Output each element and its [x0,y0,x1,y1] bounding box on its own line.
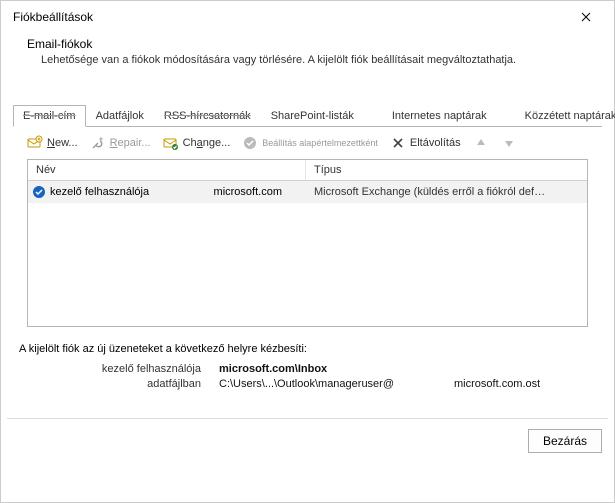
delivery-datafile-label: adatfájlban [19,378,219,390]
remove-label: Eltávolítás [410,137,461,149]
close-button[interactable] [566,3,606,31]
col-header-type[interactable]: Típus [306,160,587,180]
arrow-up-icon [473,135,489,151]
delivery-folder: microsoft.com\Inbox [219,363,596,375]
change-button[interactable]: Change... [159,133,235,153]
tab-email[interactable]: E-mail-cím [13,105,86,127]
account-domain: microsoft.com [214,186,282,198]
move-down-button[interactable] [497,133,521,153]
remove-icon [390,135,406,151]
remove-button[interactable]: Eltávolítás [386,133,465,153]
accounts-grid: Név Típus kezelő felhasználója microsoft… [27,159,588,327]
new-icon [27,135,43,151]
header-title: Email-fiókok [27,37,594,51]
col-header-name[interactable]: Név [28,160,306,180]
move-up-button[interactable] [469,133,493,153]
arrow-down-icon [501,135,517,151]
tab-published-calendars[interactable]: Közzétett naptárak [515,105,615,127]
tab-datafiles[interactable]: Adatfájlok [86,105,154,127]
close-icon [581,12,591,22]
repair-icon [90,135,106,151]
new-button[interactable]: New... [23,133,82,153]
grid-header: Név Típus [28,160,587,181]
header-block: Email-fiókok Lehetősége van a fiókok mód… [1,33,614,76]
footer: Bezárás [1,419,614,463]
toolbar: New... Repair... Change... Beállítás ala… [13,127,602,159]
delivery-user-label: kezelő felhasználója [19,363,219,375]
set-default-button[interactable]: Beállítás alapértelmezettként [238,133,382,153]
tab-internet-calendars[interactable]: Internetes naptárak [382,105,497,127]
account-row[interactable]: kezelő felhasználója microsoft.com Micro… [28,181,587,203]
window-title: Fiókbeállítások [13,10,93,24]
account-type-cell: Microsoft Exchange (küldés erről a fiókr… [306,186,587,198]
header-description: Lehetősége van a fiókok módosítására vag… [27,54,594,66]
delivery-intro: A kijelölt fiók az új üzeneteket a követ… [19,343,596,355]
set-default-icon [242,135,258,151]
tabs: E-mail-cím Adatfájlok RSS-hírcsatornák S… [13,104,602,127]
account-name-cell: kezelő felhasználója microsoft.com [50,186,306,198]
change-label: Change... [183,137,231,149]
delivery-datafile-path: C:\Users\...\Outlook\manageruser@microso… [219,378,596,390]
repair-label: Repair... [110,137,151,149]
tab-sharepoint[interactable]: SharePoint-listák [261,105,364,127]
new-label: New... [47,137,78,149]
set-default-label: Beállítás alapértelmezettként [262,138,378,148]
change-icon [163,135,179,151]
tab-rss[interactable]: RSS-hírcsatornák [154,105,261,127]
delivery-block: A kijelölt fiók az új üzeneteket a követ… [1,327,614,400]
titlebar: Fiókbeállítások [1,1,614,33]
account-user: kezelő felhasználója [50,186,149,198]
close-dialog-button[interactable]: Bezárás [528,429,602,453]
repair-button[interactable]: Repair... [86,133,155,153]
default-account-icon [28,185,50,199]
